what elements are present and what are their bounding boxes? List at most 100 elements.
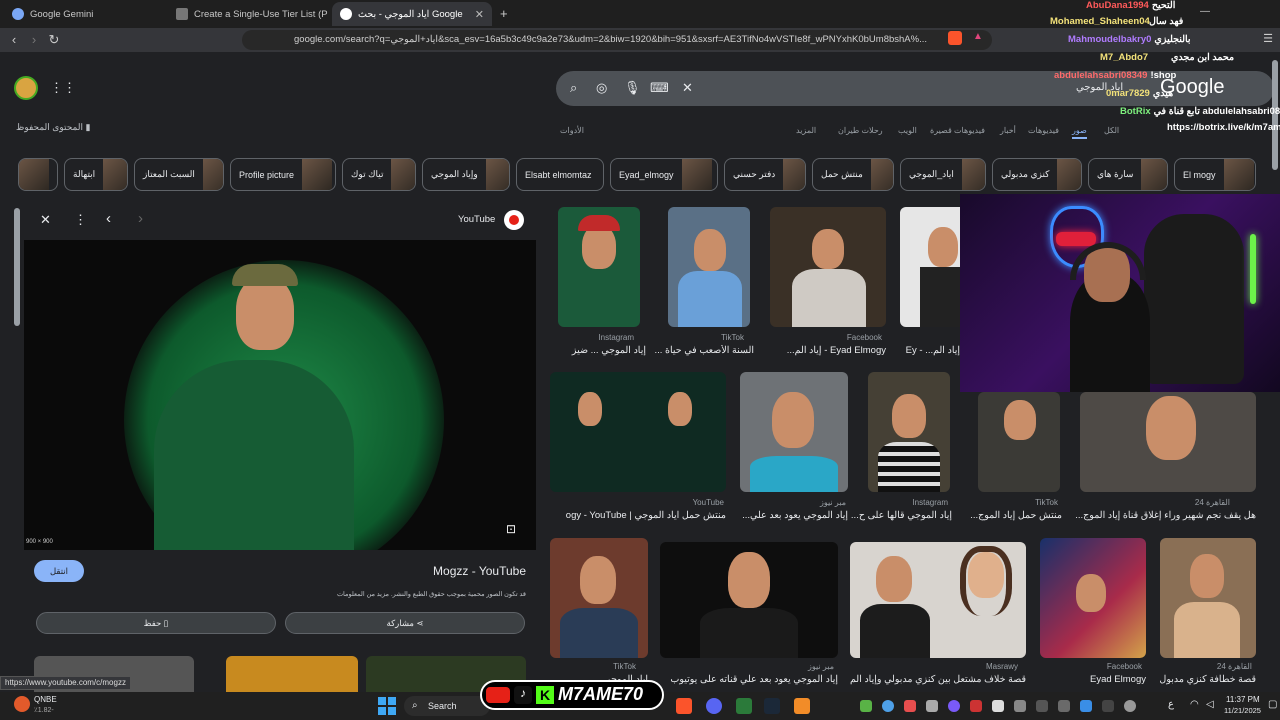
tray-icon[interactable] [904,700,916,712]
apps-icon[interactable]: ⋮⋮ [50,80,76,96]
previous-icon[interactable]: ‹ [106,210,111,227]
result-card[interactable]: القاهرة 24 قصة خطافة كنزي مدبول... [1160,538,1256,688]
tray-icon[interactable] [1014,700,1026,712]
tab-tools[interactable]: الأدوات [560,126,584,135]
result-card[interactable]: القاهرة 24 هل يقف نجم شهير وراء إغلاق قن… [1075,392,1256,526]
result-card[interactable]: Facebook Eyad Elmogy - إياد الم... [770,207,886,357]
brave-shield-icon[interactable] [948,31,962,45]
preview-source[interactable]: YouTube [458,214,495,225]
clock-time[interactable]: 11:37 PM [1226,695,1260,704]
preview-scrollbar[interactable] [14,208,20,326]
mic-icon[interactable]: 🎙 [624,80,641,96]
result-card[interactable]: مبر نيوز إياد الموجي يعود بعد علي قناته … [660,542,838,688]
chip-eyad-elmogy[interactable]: اياد_الموجي [900,158,986,191]
minimize-button[interactable]: — [1200,6,1210,17]
back-icon[interactable]: ‹ [6,32,22,47]
preview-title[interactable]: Mogzz - YouTube [324,564,526,578]
tray-icon[interactable] [1036,700,1048,712]
chip-wa-eyad[interactable]: وإياد الموجي [422,158,510,191]
share-button[interactable]: مشاركة ⋖ [285,612,525,634]
tab-label: اياد الموجي - بحث Google [358,8,463,20]
result-card[interactable]: Instagram إياد الموجي قالها على ح... [851,372,952,526]
result-card[interactable]: TikTok منتش حمل إياد الموج... [970,392,1062,526]
notification-icon[interactable]: ▢ [1268,699,1277,710]
wifi-icon[interactable]: ◠ [1190,699,1199,710]
visit-button[interactable]: انتقل [34,560,84,582]
result-card[interactable]: Instagram إياد الموجي ... ضيز [558,207,646,357]
save-button[interactable]: حفظ ▯ [36,612,276,634]
chip-mentesh-haml[interactable]: منتش حمل [812,158,894,191]
chip-elsabt[interactable]: Elsabt elmomtaz [516,158,604,191]
tab-web[interactable]: الويب [898,126,917,135]
tab-news[interactable]: أخبار [1000,126,1016,135]
chip-daftar-hosny[interactable]: دفتر حسني [724,158,806,191]
chip-more[interactable] [18,158,58,191]
chat-message: https://botrix.live/k/m7ame [1164,122,1280,133]
keyboard-icon[interactable]: ⌨ [650,80,669,96]
steam-icon[interactable] [764,698,780,714]
tab-all[interactable]: الكل [1104,126,1119,135]
tab-flights[interactable]: رحلات طيران [838,126,883,135]
lens-search-icon[interactable]: ⊡ [506,522,516,536]
tray-icon[interactable] [1102,700,1114,712]
tab-more[interactable]: المزيد [796,126,816,135]
result-card[interactable]: Facebook Eyad Elmogy [1040,538,1146,688]
reload-icon[interactable]: ↻ [46,32,62,48]
close-tab-icon[interactable]: ✕ [469,8,484,21]
tray-icon[interactable] [948,700,960,712]
tab-google-search[interactable]: اياد الموجي - بحث Google ✕ [332,2,492,26]
tray-icon[interactable] [1080,700,1092,712]
next-icon[interactable]: › [138,210,143,227]
result-card[interactable]: YouTube منتش حمل اياد الموجي | ogy - You… [550,372,726,526]
tray-icon[interactable] [926,700,938,712]
close-icon[interactable]: ✕ [40,212,51,228]
tab-images[interactable]: صور [1072,126,1087,139]
result-card[interactable]: TikTok إياد الموجي [550,538,648,688]
chip-eyad-elmogy-en[interactable]: Eyad_elmogy [610,158,718,191]
lens-icon[interactable]: ◎ [596,80,607,96]
windows-start-icon[interactable] [378,697,396,715]
chip-profile-picture[interactable]: Profile picture [230,158,336,191]
tray-icon[interactable] [882,700,894,712]
tab-short-videos[interactable]: فيديوهات قصيرة [930,126,985,135]
clock-date[interactable]: 11/21/2025 [1224,706,1261,715]
app-icon[interactable] [794,698,810,714]
tab-tier-list[interactable]: Create a Single-Use Tier List (Private [168,2,328,26]
url-field[interactable]: google.com/search?q=اياد+الموجي&sca_esv=… [242,30,992,50]
forward-icon[interactable]: › [26,32,42,47]
tray-icon[interactable] [1058,700,1070,712]
tray-icon[interactable] [860,700,872,712]
result-card[interactable]: Masrawy قصة خلاف مشتعل بين كنزي مدبولي و… [850,542,1026,688]
tray-icon[interactable] [970,700,982,712]
app-icon[interactable] [736,698,752,714]
related-image[interactable] [226,656,358,692]
input-language[interactable]: ع [1168,699,1174,710]
chip-tiktok[interactable]: تياك توك [342,158,416,191]
taskbar-search[interactable]: ⌕ Search [404,696,490,716]
result-card[interactable]: إياد الم... - Ey [900,207,960,357]
new-tab-button[interactable]: + [500,6,508,21]
more-options-icon[interactable]: ⋮ [74,212,87,228]
tab-videos[interactable]: فيديوهات [1028,126,1059,135]
tray-icon[interactable] [1124,700,1136,712]
search-icon[interactable]: ⌕ [570,80,577,96]
result-card[interactable]: مبر نيوز إياد الموجي يعود بعد علي... [740,372,848,526]
volume-icon[interactable]: ◁ [1206,699,1214,710]
chip-sara-hay[interactable]: سارة هاي [1088,158,1168,191]
saved-content-link[interactable]: المحتوى المحفوظ ▮ [16,122,90,133]
chip-el-mogy[interactable]: El mogy [1174,158,1256,191]
chip-kenzy[interactable]: كنزي مدبولي [992,158,1082,191]
discord-icon[interactable] [706,698,722,714]
clear-icon[interactable]: ✕ [682,80,693,96]
brave-icon[interactable] [676,698,692,714]
preview-image[interactable]: 900 × 900 ⊡ [24,240,536,550]
chip-elsabt-ar[interactable]: السبت المعتاز [134,158,224,191]
chip-ebtehala[interactable]: ابتهالة [64,158,128,191]
result-card[interactable]: TikTok السنة الأصعب في حياة ... [654,207,754,357]
avatar[interactable] [14,76,38,100]
rewards-icon[interactable]: ▲ [970,31,986,42]
weather-icon[interactable] [14,696,30,712]
tray-icon[interactable] [992,700,1004,712]
menu-icon[interactable]: ☰ [1260,32,1276,45]
tab-gemini[interactable]: Google Gemini [4,2,164,26]
